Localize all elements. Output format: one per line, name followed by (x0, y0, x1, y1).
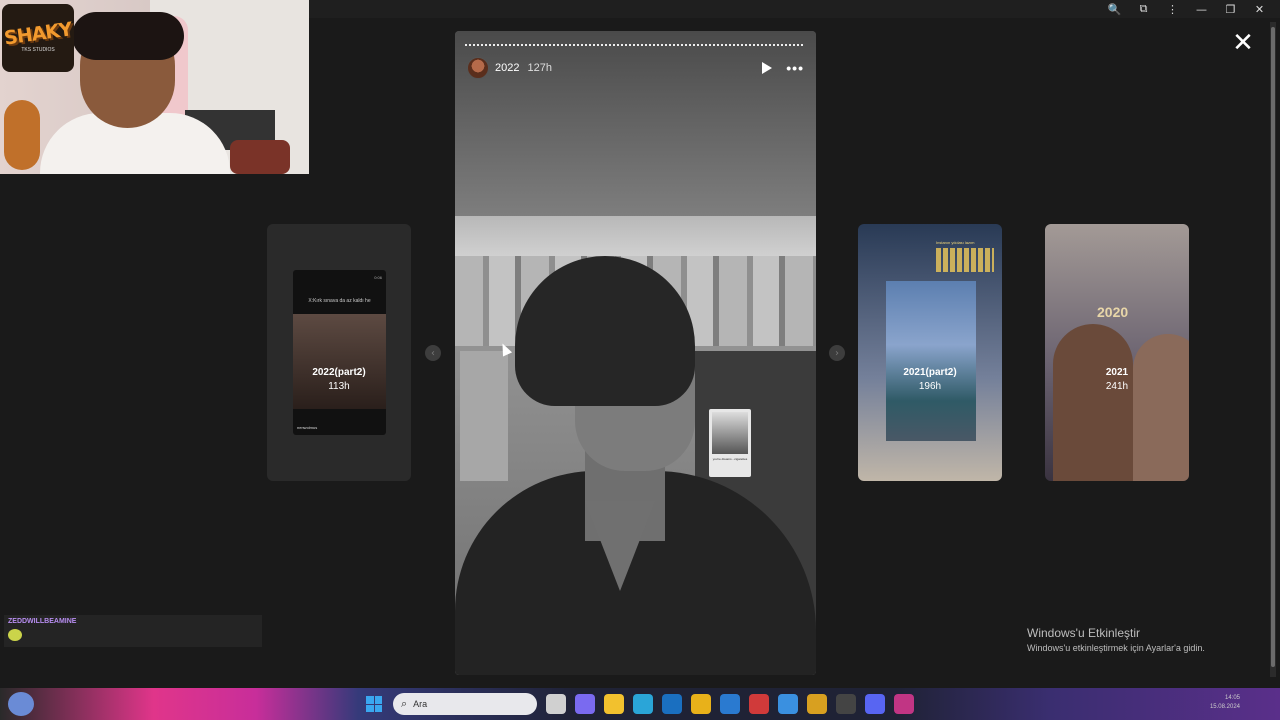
clock-time: 14:05 (1224, 695, 1240, 701)
weather-icon[interactable] (8, 692, 34, 716)
story-progress-bar (465, 44, 805, 46)
story-header: 2022 127h ••• (467, 56, 804, 80)
thumb-caption: Instanın yıkılası lazım (936, 240, 975, 245)
thumb-overlay-number: 2020 (1097, 304, 1129, 320)
task-view-icon[interactable] (546, 694, 566, 714)
thumb-caption: X:Kırk sınava da az kaldı he (308, 298, 371, 304)
chrome-icon[interactable] (691, 694, 711, 714)
activation-watermark: Windows'u Etkinleştir Windows'u etkinleş… (1027, 626, 1205, 653)
window-controls: 🔍 ⧉ ⋮ — ❐ ✕ (1100, 0, 1274, 18)
taskbar: ⌕ Ara 14:05 15.08.2024 (0, 688, 1280, 720)
thumb-footer: nenwolmus (297, 425, 318, 430)
system-clock[interactable]: 14:05 15.08.2024 (1210, 694, 1240, 712)
chat-emote-icon (8, 629, 22, 641)
search-placeholder: Ara (413, 699, 428, 709)
story-time: 127h (527, 62, 552, 74)
close-window-icon[interactable]: ✕ (1245, 0, 1274, 18)
outlook-icon[interactable] (662, 694, 682, 714)
guitar-decor (4, 100, 40, 170)
app-icon[interactable] (778, 694, 798, 714)
thumb-time: 0:06 (374, 275, 382, 280)
more-options-icon[interactable]: ••• (786, 60, 804, 76)
discord-icon[interactable] (865, 694, 885, 714)
logo-text: SHAKY (2, 18, 74, 50)
emoji-row-decor (936, 248, 994, 272)
scrollbar[interactable] (1270, 22, 1276, 677)
edge-icon[interactable] (633, 694, 653, 714)
story-thumbnail-next[interactable]: Instanın yıkılası lazım 2021(part2) 196h (858, 224, 1002, 481)
taskbar-apps (546, 694, 914, 714)
menu-icon[interactable]: ⋮ (1158, 0, 1187, 18)
thumb-hours: 241h (1105, 381, 1129, 392)
zoom-icon[interactable]: 🔍 (1100, 0, 1129, 18)
file-explorer-icon[interactable] (604, 694, 624, 714)
chat-username: ZEDDWILLBEAMINE (8, 618, 77, 625)
extensions-icon[interactable]: ⧉ (1129, 0, 1158, 18)
story-thumbnail-prev[interactable]: 0:06 X:Kırk sınava da az kaldı he nenwol… (267, 224, 411, 481)
store-icon[interactable] (720, 694, 740, 714)
thumb-hours: 196h (918, 381, 942, 392)
story-thumbnail-next-2[interactable]: 2020 2021 241h (1045, 224, 1189, 481)
webcam-overlay: SHAKY TKS STUDIOS (0, 0, 309, 174)
clock-date: 15.08.2024 (1209, 704, 1240, 710)
prev-story-button[interactable]: ‹ (425, 345, 441, 361)
channel-logo: SHAKY TKS STUDIOS (2, 4, 74, 72)
logo-subtext: TKS STUDIOS (21, 47, 55, 53)
next-story-button[interactable]: › (829, 345, 845, 361)
sticker-caption: you're dreams - cigarettes (712, 457, 748, 461)
thumb-label: 2021 (1105, 367, 1129, 378)
watermark-title: Windows'u Etkinleştir (1027, 626, 1140, 640)
start-icon[interactable] (366, 696, 382, 712)
obs-icon[interactable] (836, 694, 856, 714)
chat-message: ZEDDWILLBEAMINE (4, 615, 262, 647)
thumb-hours: 113h (328, 381, 350, 392)
story-sticker: you're dreams - cigarettes (709, 409, 751, 477)
chrome-alt-icon[interactable] (807, 694, 827, 714)
media-icon[interactable] (749, 694, 769, 714)
taskbar-search[interactable]: ⌕ Ara (393, 693, 537, 715)
close-viewer-button[interactable]: ✕ (1230, 30, 1256, 56)
instagram-icon[interactable] (894, 694, 914, 714)
watermark-subtitle: Windows'u etkinleştirmek için Ayarlar'a … (1027, 643, 1205, 653)
story-title[interactable]: 2022 (495, 62, 519, 74)
play-icon[interactable] (762, 62, 773, 74)
thumb-label: 2022(part2) (312, 367, 366, 378)
thumb-label: 2021(part2) (903, 367, 957, 378)
copilot-icon[interactable] (575, 694, 595, 714)
search-icon: ⌕ (401, 697, 408, 710)
minimize-icon[interactable]: — (1187, 0, 1216, 18)
restore-icon[interactable]: ❐ (1216, 0, 1245, 18)
avatar[interactable] (467, 57, 489, 79)
